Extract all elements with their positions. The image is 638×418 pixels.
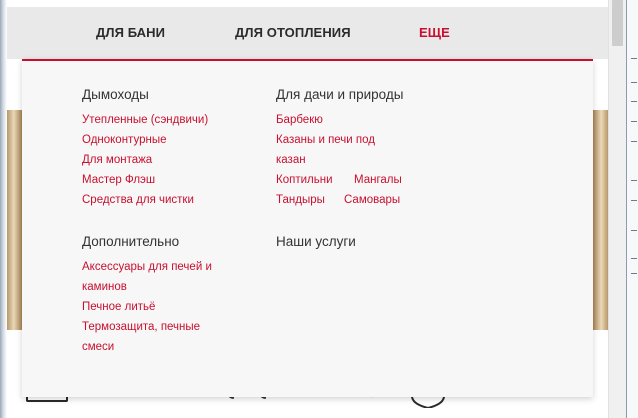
nav-item-more[interactable]: ЕЩЕ [419, 7, 450, 59]
link-pechnoe-lite[interactable]: Печное литьё [82, 301, 155, 313]
link-odnokonturnye[interactable]: Одноконтурные [82, 134, 166, 146]
link-samovary[interactable]: Самовары [344, 194, 400, 206]
link-master-flesh[interactable]: Мастер Флэш [82, 174, 155, 186]
heading-dlya-dachi[interactable]: Для дачи и природы [276, 87, 403, 102]
link-dlya-montazha[interactable]: Для монтажа [82, 154, 152, 166]
link-sredstva-dlya-chistki[interactable]: Средства для чистки [82, 194, 194, 206]
more-dropdown-menu: Дымоходы Утепленные (сэндвичи) Одноконту… [22, 59, 593, 397]
link-mangaly[interactable]: Мангалы [354, 174, 402, 186]
link-uteplennye[interactable]: Утепленные (сэндвичи) [82, 114, 208, 126]
page: ДЛЯ БАНИ ДЛЯ ОТОПЛЕНИЯ ЕЩЕ Дымоходы Утеп… [0, 0, 638, 418]
link-barbekyu[interactable]: Барбекю [276, 114, 323, 126]
link-aksessuary-line2[interactable]: каминов [82, 281, 127, 293]
window-left-edge [0, 0, 7, 418]
background-window-edge [626, 0, 638, 418]
vertical-scrollbar[interactable] [608, 0, 626, 418]
link-kazany-line1[interactable]: Казаны и печи под [276, 134, 375, 146]
link-koptilni[interactable]: Коптильни [276, 174, 333, 186]
nav-item-bani[interactable]: ДЛЯ БАНИ [96, 7, 165, 59]
link-kazany-line2[interactable]: казан [276, 154, 306, 166]
top-navigation: ДЛЯ БАНИ ДЛЯ ОТОПЛЕНИЯ ЕЩЕ [7, 7, 608, 59]
link-termozashchita-line1[interactable]: Термозащита, печные [82, 321, 200, 333]
background-banner-left [7, 110, 22, 330]
scrollbar-thumb[interactable] [612, 0, 623, 46]
heading-nashi-uslugi[interactable]: Наши услуги [276, 234, 356, 249]
nav-item-otoplenie[interactable]: ДЛЯ ОТОПЛЕНИЯ [235, 7, 351, 59]
link-aksessuary-line1[interactable]: Аксессуары для печей и [82, 261, 212, 273]
heading-dopolnitelno[interactable]: Дополнительно [82, 234, 179, 249]
heading-dymokhody[interactable]: Дымоходы [82, 87, 149, 102]
link-termozashchita-line2[interactable]: смеси [82, 341, 114, 353]
background-banner-right [593, 110, 608, 330]
link-tandyry[interactable]: Тандыры [276, 194, 325, 206]
